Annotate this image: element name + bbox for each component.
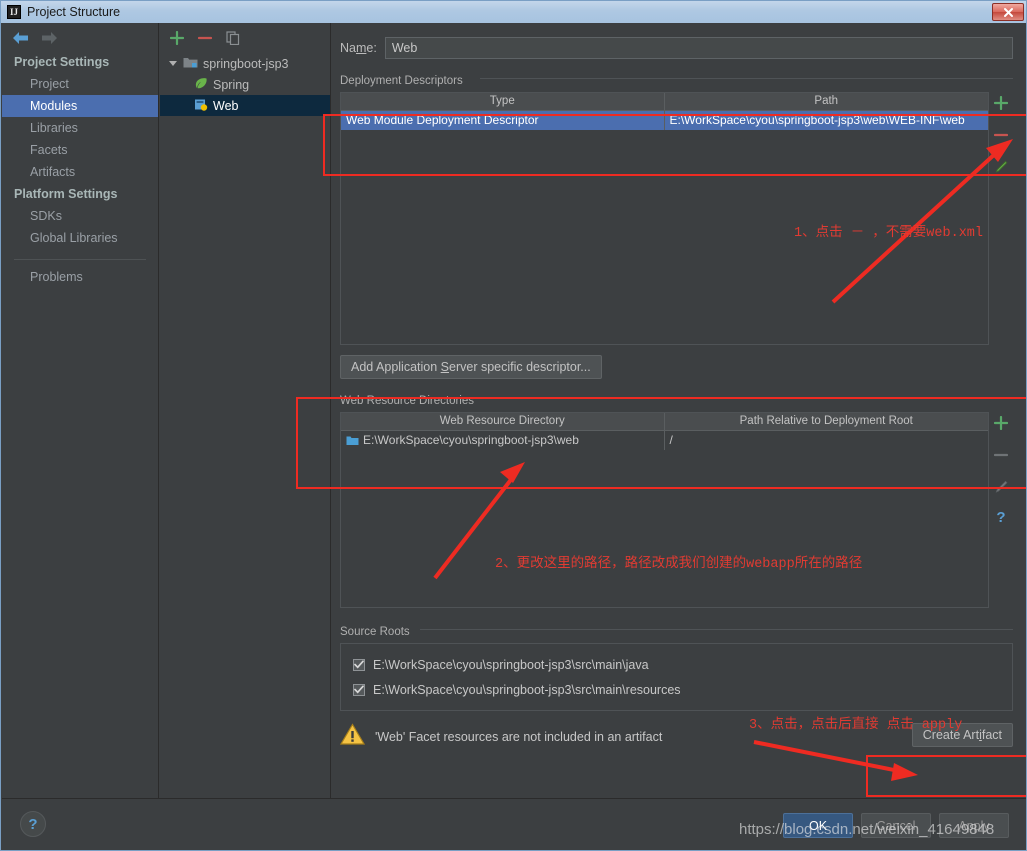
source-root-row[interactable]: E:\WorkSpace\cyou\springboot-jsp3\src\ma… <box>341 652 1012 677</box>
tree-node-label: Spring <box>213 77 250 92</box>
name-label: Name: <box>340 41 377 55</box>
name-row: Name: <box>332 23 1026 59</box>
artifact-warning-text: 'Web' Facet resources are not included i… <box>375 730 663 744</box>
settings-sidebar: Project Settings Project Modules Librari… <box>2 23 159 798</box>
tree-node-springboot-jsp3[interactable]: springboot-jsp3 <box>160 53 330 74</box>
column-header-type[interactable]: Type <box>341 93 665 110</box>
source-root-checkbox[interactable] <box>353 658 365 671</box>
module-tree-panel: springboot-jsp3 Spring Web <box>160 23 331 798</box>
question-mark-icon[interactable]: ? <box>20 811 46 837</box>
arrow-right-icon[interactable] <box>41 31 58 45</box>
sidebar-item-sdks[interactable]: SDKs <box>2 205 158 227</box>
table-header: Type Path <box>341 93 988 111</box>
folder-icon <box>346 435 359 446</box>
annotation-note-2: 2、更改这里的路径，路径改成我们创建的webapp所在的路径 <box>495 557 863 572</box>
navigation-arrows <box>2 23 158 51</box>
column-header-path[interactable]: Path <box>665 93 989 110</box>
web-resource-directories-group: Web Resource Directories Web Resource Di… <box>340 391 1013 608</box>
name-input[interactable] <box>384 37 1013 59</box>
sidebar-divider <box>14 259 146 260</box>
sidebar-item-global-libraries[interactable]: Global Libraries <box>2 227 158 249</box>
plus-icon[interactable] <box>994 414 1008 430</box>
source-root-checkbox[interactable] <box>353 683 365 696</box>
intellij-idea-icon: IJ <box>7 5 21 19</box>
window-title: Project Structure <box>27 5 121 19</box>
deployment-descriptors-title: Deployment Descriptors <box>340 75 463 87</box>
sidebar-item-modules[interactable]: Modules <box>2 95 158 117</box>
pencil-icon[interactable] <box>994 478 1008 494</box>
spring-leaf-icon <box>194 77 208 93</box>
sidebar-item-project[interactable]: Project <box>2 73 158 95</box>
annotation-note-1: 1、点击 － ，不需要web.xml <box>794 226 984 241</box>
cell-directory-label: E:\WorkSpace\cyou\springboot-jsp3\web <box>363 433 579 447</box>
watermark: https://blog.csdn.net/weixin_41649848 <box>739 821 995 838</box>
cell-directory: E:\WorkSpace\cyou\springboot-jsp3\web <box>341 431 665 450</box>
web-facet-icon <box>194 98 208 114</box>
help-icon[interactable]: ? <box>996 510 1005 525</box>
add-app-server-row: Add Application Server specific descript… <box>340 355 1013 379</box>
sidebar-item-problems[interactable]: Problems <box>2 266 158 288</box>
source-roots-group: Source Roots E:\WorkSpace\cyou\springboo… <box>340 622 1013 711</box>
deployment-descriptors-table-wrap: Type Path Web Module Deployment Descript… <box>340 92 1013 345</box>
source-roots-list: E:\WorkSpace\cyou\springboot-jsp3\src\ma… <box>340 643 1013 711</box>
arrow-left-icon[interactable] <box>12 31 29 45</box>
copy-icon[interactable] <box>226 31 240 45</box>
plus-icon[interactable] <box>170 31 184 45</box>
sidebar-item-libraries[interactable]: Libraries <box>2 117 158 139</box>
add-application-server-descriptor-button[interactable]: Add Application Server specific descript… <box>340 355 602 379</box>
pencil-icon[interactable] <box>994 158 1008 174</box>
sidebar-item-facets[interactable]: Facets <box>2 139 158 161</box>
cell-relative-path: / <box>669 433 673 447</box>
plus-icon[interactable] <box>994 94 1008 110</box>
minus-icon[interactable] <box>198 31 212 45</box>
web-resource-directories-title: Web Resource Directories <box>340 395 475 407</box>
table-header: Web Resource Directory Path Relative to … <box>341 413 988 431</box>
source-root-path: E:\WorkSpace\cyou\springboot-jsp3\src\ma… <box>373 682 681 697</box>
cell-path: E:\WorkSpace\cyou\springboot-jsp3\web\WE… <box>669 113 965 127</box>
project-structure-dialog: IJ Project Structure Project Settings Pr… <box>0 0 1027 851</box>
web-resource-directories-table: Web Resource Directory Path Relative to … <box>340 412 989 608</box>
cell-type: Web Module Deployment Descriptor <box>341 111 665 130</box>
sidebar-group-platform-settings: Platform Settings <box>14 187 118 201</box>
table-row[interactable]: Web Module Deployment Descriptor E:\Work… <box>341 111 988 130</box>
source-roots-title: Source Roots <box>340 626 410 638</box>
column-header-web-resource-directory[interactable]: Web Resource Directory <box>341 413 665 430</box>
source-root-path: E:\WorkSpace\cyou\springboot-jsp3\src\ma… <box>373 657 649 672</box>
table-row[interactable]: E:\WorkSpace\cyou\springboot-jsp3\web / <box>341 431 988 450</box>
tree-node-spring[interactable]: Spring <box>160 74 330 95</box>
title-bar: IJ Project Structure <box>1 1 1026 23</box>
module-folder-icon <box>183 56 198 72</box>
web-resource-directories-tools: ? <box>989 412 1013 608</box>
sidebar-group-project-settings: Project Settings <box>14 55 110 69</box>
minus-icon[interactable] <box>994 126 1008 142</box>
column-header-relative-path[interactable]: Path Relative to Deployment Root <box>665 413 989 430</box>
module-details-panel: Name: Deployment Descriptors Type Path W… <box>332 23 1026 798</box>
sidebar-item-artifacts[interactable]: Artifacts <box>2 161 158 183</box>
source-root-row[interactable]: E:\WorkSpace\cyou\springboot-jsp3\src\ma… <box>341 677 1012 702</box>
deployment-descriptors-table: Type Path Web Module Deployment Descript… <box>340 92 989 345</box>
warning-triangle-icon <box>339 723 366 751</box>
web-resource-directories-table-wrap: Web Resource Directory Path Relative to … <box>340 412 1013 608</box>
close-icon[interactable] <box>992 3 1024 21</box>
deployment-descriptors-group: Deployment Descriptors Type Path Web Mod… <box>340 71 1013 345</box>
tree-node-label: Web <box>213 98 239 113</box>
tree-node-label: springboot-jsp3 <box>203 56 289 71</box>
module-tree-toolbar <box>160 23 330 53</box>
tree-node-web[interactable]: Web <box>160 95 330 116</box>
minus-icon[interactable] <box>994 446 1008 462</box>
chevron-down-icon[interactable] <box>168 57 178 71</box>
annotation-note-3: 3、点击，点击后直接 点击 apply <box>749 718 963 733</box>
deployment-descriptors-tools <box>989 92 1013 345</box>
